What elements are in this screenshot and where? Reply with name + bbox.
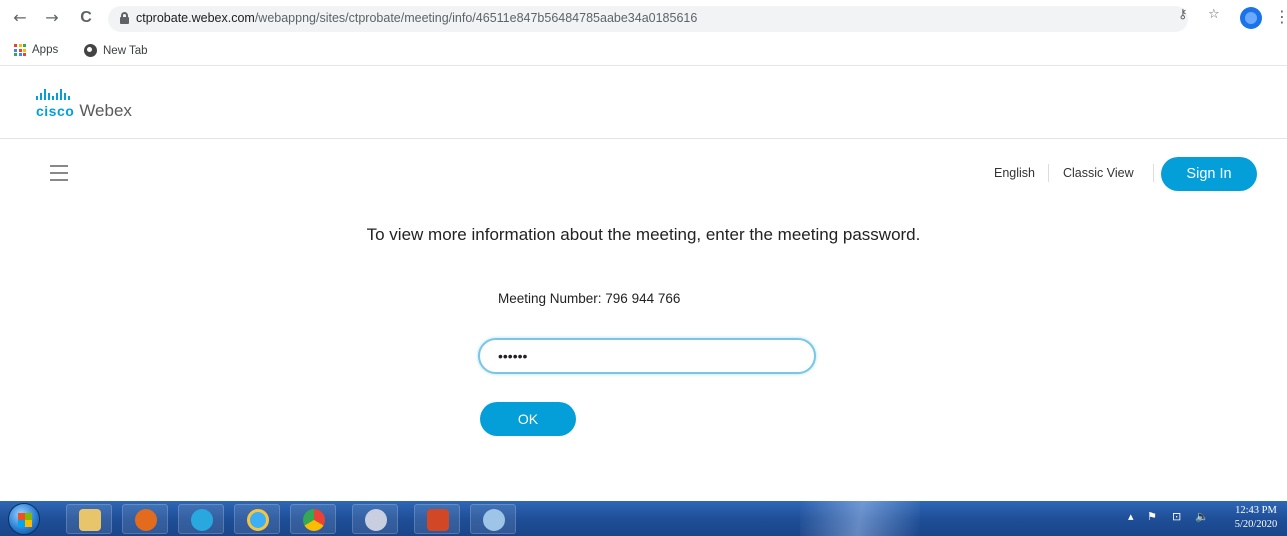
system-clock[interactable]: 12:43 PM 5/20/2020 (1228, 504, 1284, 532)
globe-icon (84, 44, 97, 57)
profile-avatar-icon[interactable] (1240, 7, 1262, 29)
bookmark-new-tab-label: New Tab (103, 44, 148, 57)
meeting-number: Meeting Number: 796 944 766 (498, 291, 681, 306)
bookmark-new-tab[interactable]: New Tab (84, 44, 148, 57)
meeting-password-input[interactable]: •••••• (478, 338, 816, 374)
nav-divider (1048, 164, 1049, 182)
language-link[interactable]: English (994, 166, 1035, 180)
forward-arrow-icon[interactable]: → (42, 8, 62, 28)
paint-icon[interactable] (470, 504, 516, 534)
url-path: /webappng/sites/ctprobate/meeting/info/4… (254, 11, 698, 25)
url-host: ctprobate.webex.com (136, 11, 255, 25)
skype-icon[interactable] (178, 504, 224, 534)
sign-in-button[interactable]: Sign In (1161, 157, 1257, 191)
clock-date: 5/20/2020 (1234, 519, 1278, 530)
powerpoint-icon[interactable] (414, 504, 460, 534)
hamburger-menu-icon[interactable] (50, 165, 68, 181)
volume-icon[interactable]: 🔈 (1195, 510, 1209, 523)
lock-icon (120, 12, 129, 24)
bookmark-star-icon[interactable]: ☆ (1208, 7, 1220, 22)
internet-explorer-icon[interactable] (234, 504, 280, 534)
windows-taskbar: ▴ ⚑ ⊡ 🔈 12:43 PM 5/20/2020 (0, 501, 1287, 536)
file-explorer-icon[interactable] (66, 504, 112, 534)
back-arrow-icon[interactable]: ← (10, 8, 30, 28)
bookmarks-bar: Apps New Tab (0, 38, 1287, 66)
classic-view-link[interactable]: Classic View (1063, 166, 1134, 180)
bookmark-apps-label: Apps (32, 44, 59, 56)
tray-expand-icon[interactable]: ▴ (1128, 510, 1134, 523)
nav-divider (1153, 164, 1154, 182)
start-button-icon[interactable] (8, 503, 40, 535)
brand-cisco: cisco (36, 103, 75, 119)
cisco-bars-icon (36, 89, 132, 100)
browser-menu-icon[interactable]: ⋮ (1274, 7, 1287, 26)
url-text[interactable]: ctprobate.webex.com/webappng/sites/ctpro… (136, 11, 697, 25)
omnibox[interactable]: ctprobate.webex.com/webappng/sites/ctpro… (108, 6, 1188, 32)
media-icon[interactable] (122, 504, 168, 534)
action-center-flag-icon[interactable]: ⚑ (1147, 510, 1157, 523)
browser-address-row: ← → C ctprobate.webex.com/webappng/sites… (0, 0, 1287, 38)
password-prompt: To view more information about the meeti… (366, 225, 921, 244)
snipping-icon[interactable] (352, 504, 398, 534)
webex-header: cisco Webex (0, 67, 1287, 139)
brand-webex: Webex (79, 101, 132, 120)
chrome-icon[interactable] (290, 504, 336, 534)
network-icon[interactable]: ⊡ (1172, 510, 1181, 523)
bookmark-apps[interactable]: Apps (14, 44, 58, 56)
password-key-icon[interactable]: ⚷ (1178, 7, 1188, 22)
cisco-webex-logo[interactable]: cisco Webex (36, 89, 132, 121)
ok-button[interactable]: OK (480, 402, 576, 436)
clock-time: 12:43 PM (1235, 505, 1277, 516)
reload-icon[interactable]: C (76, 8, 96, 28)
apps-grid-icon (14, 44, 26, 56)
